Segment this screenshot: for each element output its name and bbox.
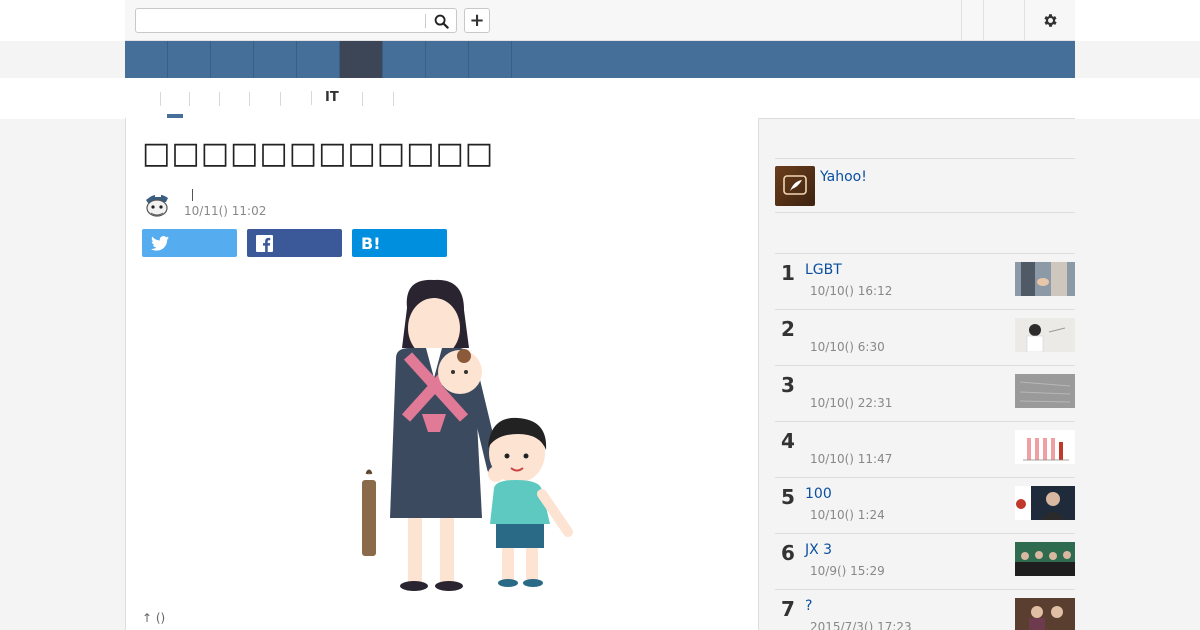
- quill-icon: [783, 175, 807, 195]
- ranking-date: 10/10() 11:47: [810, 452, 893, 466]
- sidebar-divider: [775, 158, 1075, 159]
- category-nav-item[interactable]: [168, 41, 211, 78]
- share-twitter-button[interactable]: [142, 229, 237, 257]
- subnav-item-it[interactable]: IT: [311, 91, 361, 105]
- ranking-thumbnail[interactable]: [1015, 598, 1075, 630]
- sidebar-divider: [775, 212, 1075, 213]
- toolbar-divider: [1024, 0, 1025, 41]
- ranking-item[interactable]: 5 100 10/10() 1:24: [775, 477, 1075, 533]
- ranking-number: 7: [781, 597, 795, 621]
- ranking-thumbnail[interactable]: [1015, 486, 1075, 520]
- search-icon: [434, 14, 449, 29]
- image-caption: ↑ (): [142, 611, 166, 625]
- ranking-number: 3: [781, 373, 795, 397]
- subnav-item[interactable]: [160, 92, 161, 106]
- ranking-item[interactable]: 1 LGBT 10/10() 16:12: [775, 253, 1075, 309]
- ranking-thumbnail[interactable]: [1015, 318, 1075, 352]
- ranking-title[interactable]: ?: [805, 598, 812, 614]
- top-bar-inner: +: [125, 0, 1075, 41]
- subcategory-nav: IT: [125, 78, 1075, 119]
- twitter-icon: [151, 235, 169, 251]
- search-input[interactable]: [140, 11, 422, 30]
- ranking-item[interactable]: 4 10/10() 11:47: [775, 421, 1075, 477]
- ranking-date: 10/9() 15:29: [810, 564, 885, 578]
- ranking-title[interactable]: 100: [805, 486, 832, 502]
- ranking-thumbnail[interactable]: [1015, 262, 1075, 296]
- article: □□□□□□□□□□□□ 10/11() 11:02 B! ↑ (): [125, 118, 759, 630]
- gear-icon: [1043, 14, 1057, 27]
- share-hatena-button[interactable]: B!: [352, 229, 447, 257]
- category-nav-item-active[interactable]: [340, 41, 383, 78]
- sidebar: Yahoo! 1 LGBT 10/10() 16:12 2 10/10() 6:…: [759, 118, 1075, 630]
- author-avatar[interactable]: [142, 188, 172, 218]
- ranking-date: 10/10() 6:30: [810, 340, 885, 354]
- ranking-number: 2: [781, 317, 795, 341]
- share-facebook-button[interactable]: [247, 229, 342, 257]
- category-nav-item[interactable]: [125, 41, 168, 78]
- ranking-date: 2015/7/3() 17:23: [810, 620, 912, 630]
- category-nav-item[interactable]: [426, 41, 469, 78]
- ranking-thumbnail[interactable]: [1015, 430, 1075, 464]
- subnav-item[interactable]: [280, 92, 281, 106]
- ranking-item[interactable]: 7 ? 2015/7/3() 17:23: [775, 589, 1075, 630]
- category-nav-item[interactable]: [297, 41, 340, 78]
- category-nav-item[interactable]: [469, 41, 512, 78]
- ranking-item[interactable]: 2 10/10() 6:30: [775, 309, 1075, 365]
- ranking-title[interactable]: LGBT: [805, 262, 842, 278]
- subnav-item[interactable]: [189, 92, 190, 106]
- search-box: [135, 8, 457, 33]
- facebook-icon: [256, 234, 273, 252]
- article-date: 10/11() 11:02: [184, 204, 267, 218]
- subnav-item[interactable]: [249, 92, 250, 106]
- top-bar: +: [0, 0, 1200, 41]
- ranking-date: 10/10() 22:31: [810, 396, 893, 410]
- hatena-icon: B!: [361, 233, 381, 253]
- toolbar-divider: [961, 0, 962, 41]
- ranking-date: 10/10() 1:24: [810, 508, 885, 522]
- settings-button[interactable]: [1030, 8, 1070, 33]
- promo-icon[interactable]: [775, 166, 815, 206]
- ranking-title[interactable]: JX 3: [805, 542, 832, 558]
- subnav-item[interactable]: [393, 92, 394, 106]
- ranking-number: 6: [781, 541, 795, 565]
- article-title: □□□□□□□□□□□□: [142, 136, 495, 171]
- subnav-item[interactable]: [219, 92, 220, 106]
- ranking-item[interactable]: 3 10/10() 22:31: [775, 365, 1075, 421]
- ranking-number: 1: [781, 261, 795, 285]
- category-nav-item[interactable]: [254, 41, 297, 78]
- search-divider: [425, 14, 426, 28]
- toolbar-divider: [983, 0, 984, 41]
- ranking-item[interactable]: 6 JX 3 10/9() 15:29: [775, 533, 1075, 589]
- category-nav: [125, 41, 1075, 78]
- article-illustration: [164, 268, 726, 604]
- ranking-thumbnail[interactable]: [1015, 374, 1075, 408]
- promo-link[interactable]: Yahoo!: [820, 169, 867, 185]
- ranking-number: 5: [781, 485, 795, 509]
- category-nav-item[interactable]: [383, 41, 426, 78]
- author-divider: [192, 189, 193, 201]
- ranking-thumbnail[interactable]: [1015, 542, 1075, 576]
- search-button[interactable]: [428, 11, 454, 31]
- category-nav-item[interactable]: [211, 41, 254, 78]
- add-button[interactable]: +: [464, 8, 490, 33]
- ranking-number: 4: [781, 429, 795, 453]
- subnav-item[interactable]: [362, 92, 363, 106]
- ranking-date: 10/10() 16:12: [810, 284, 893, 298]
